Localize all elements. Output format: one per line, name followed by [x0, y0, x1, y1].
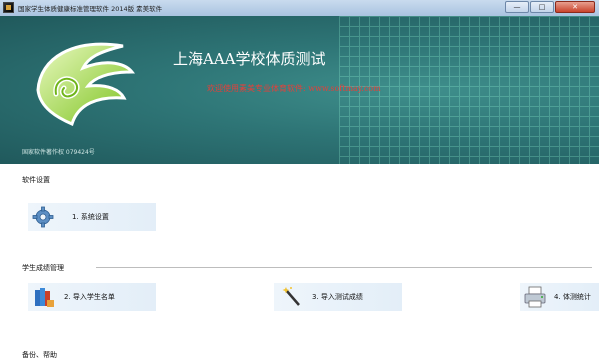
window-title: 国家学生体质健康标准管理软件 2014版 素美软件 [18, 5, 163, 13]
books-icon [35, 288, 54, 307]
import-students-button[interactable]: 2. 导入学生名单 [28, 283, 156, 311]
section-software-settings: 软件设置 [22, 176, 50, 184]
import-scores-button[interactable]: 3. 导入测试成绩 [274, 283, 402, 311]
section-student-scores: 学生成绩管理 [22, 264, 64, 272]
system-settings-label: 1. 系统设置 [72, 213, 109, 221]
section-backup-help: 备份、帮助 [22, 351, 57, 359]
section-divider [96, 267, 592, 268]
close-button[interactable]: ✕ [555, 1, 595, 13]
magic-wand-icon [282, 287, 300, 306]
welcome-link[interactable]: 欢迎使用素美专业体育软件: www.softmay.com [207, 83, 381, 94]
fitness-statistics-label: 4. 体测统计 [554, 293, 591, 301]
school-heading: 上海AAA学校体质测试 [173, 50, 326, 68]
maximize-button[interactable]: □ [530, 1, 554, 13]
title-bar: 国家学生体质健康标准管理软件 2014版 素美软件 — □ ✕ [0, 0, 599, 17]
printer-icon [524, 286, 546, 308]
fitness-statistics-button[interactable]: 4. 体测统计 [520, 283, 599, 311]
window-controls: — □ ✕ [504, 1, 595, 13]
import-students-label: 2. 导入学生名单 [64, 293, 115, 301]
wing-logo-icon [36, 42, 136, 127]
import-scores-label: 3. 导入测试成绩 [312, 293, 363, 301]
copyright-registration: 国家软件著作权 079424号 [22, 149, 95, 156]
minimize-button[interactable]: — [505, 1, 529, 13]
gear-icon [32, 206, 54, 228]
header-banner: 上海AAA学校体质测试 欢迎使用素美专业体育软件: www.softmay.co… [0, 16, 599, 164]
system-settings-button[interactable]: 1. 系统设置 [28, 203, 156, 231]
app-icon[interactable] [3, 2, 14, 13]
